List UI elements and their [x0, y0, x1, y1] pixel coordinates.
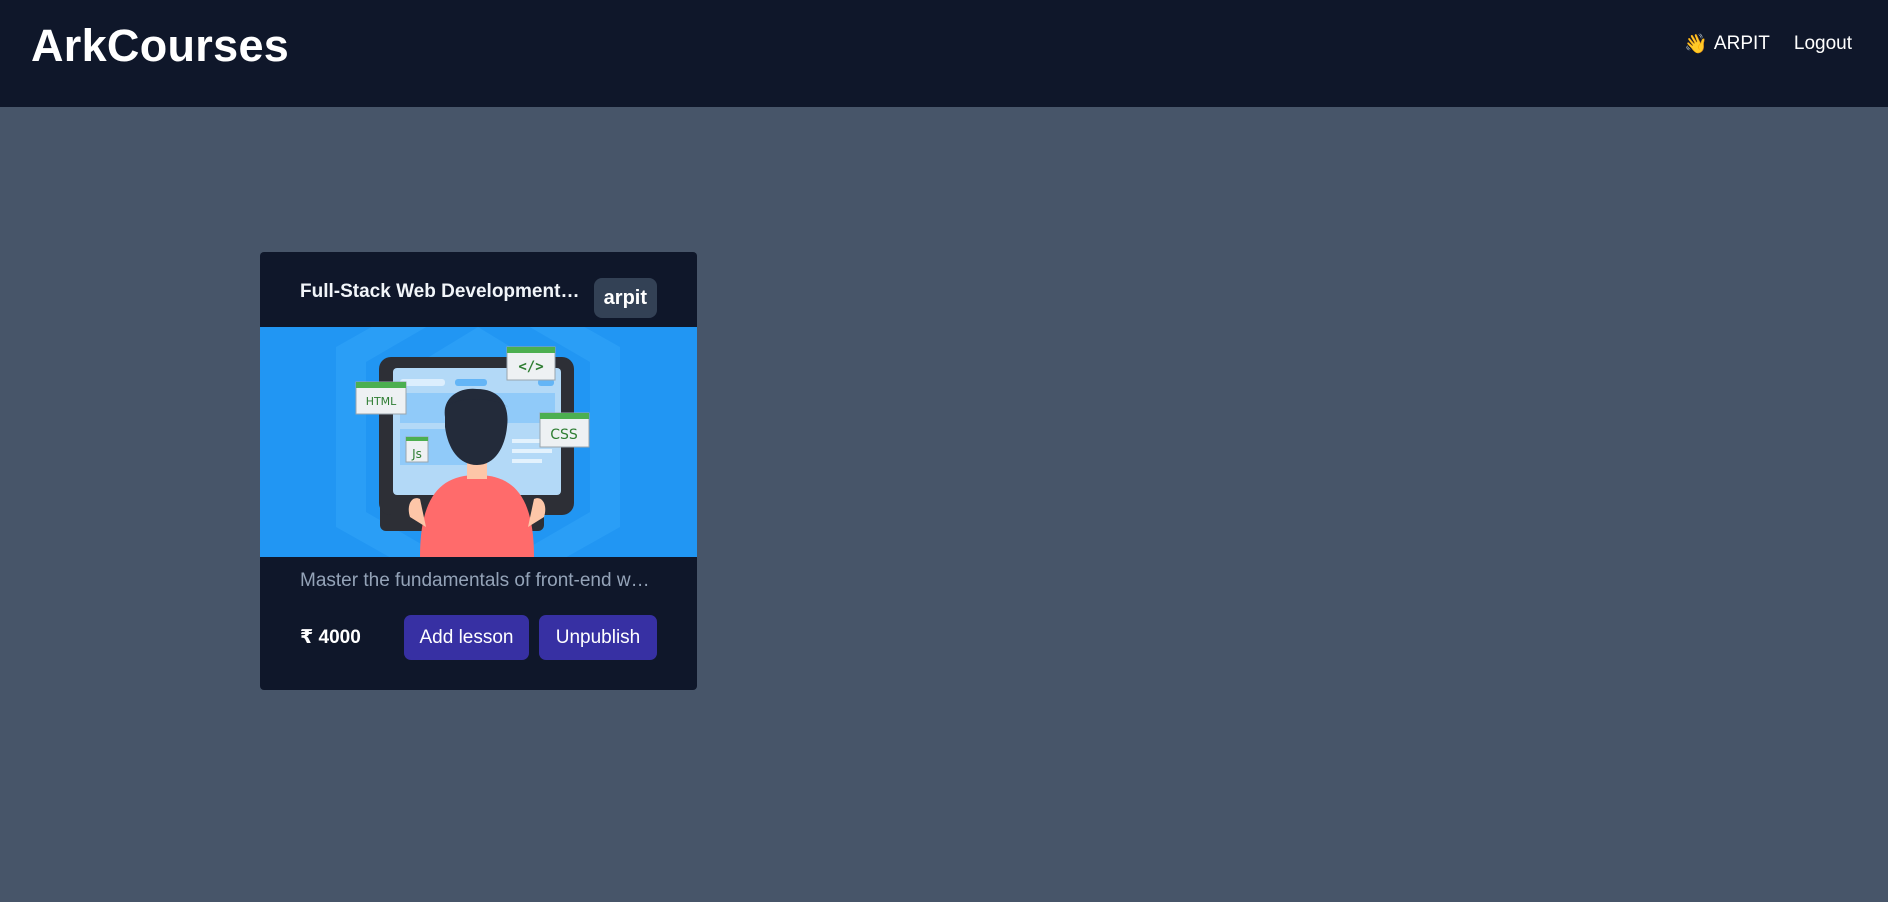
- brand-logo[interactable]: ArkCourses: [31, 20, 289, 72]
- unpublish-button[interactable]: Unpublish: [539, 615, 657, 660]
- course-card[interactable]: Full-Stack Web Development Bootcamp arpi…: [260, 252, 697, 690]
- author-badge: arpit: [593, 278, 657, 318]
- user-name: ARPIT: [1713, 33, 1770, 54]
- course-price: ₹ 4000: [300, 627, 361, 648]
- course-title: Full-Stack Web Development Bootcamp: [300, 281, 580, 302]
- course-card-header: Full-Stack Web Development Bootcamp arpi…: [260, 252, 697, 327]
- js-tag-label: Js: [411, 447, 422, 461]
- nav-actions: 👋 ARPIT Logout: [1684, 33, 1852, 55]
- html-tag-label: HTML: [366, 395, 397, 408]
- code-tag-label: </>: [518, 359, 543, 375]
- course-description: Master the fundamentals of front-end web…: [300, 570, 660, 591]
- top-navbar: ArkCourses 👋 ARPIT Logout: [0, 0, 1888, 107]
- css-tag-label: CSS: [550, 427, 578, 443]
- course-thumbnail: HTML </> CSS Js: [260, 327, 697, 557]
- user-greeting: 👋 ARPIT: [1684, 33, 1770, 55]
- add-lesson-button[interactable]: Add lesson: [404, 615, 529, 660]
- logout-link[interactable]: Logout: [1794, 33, 1852, 55]
- waving-hand-icon: 👋: [1684, 33, 1708, 55]
